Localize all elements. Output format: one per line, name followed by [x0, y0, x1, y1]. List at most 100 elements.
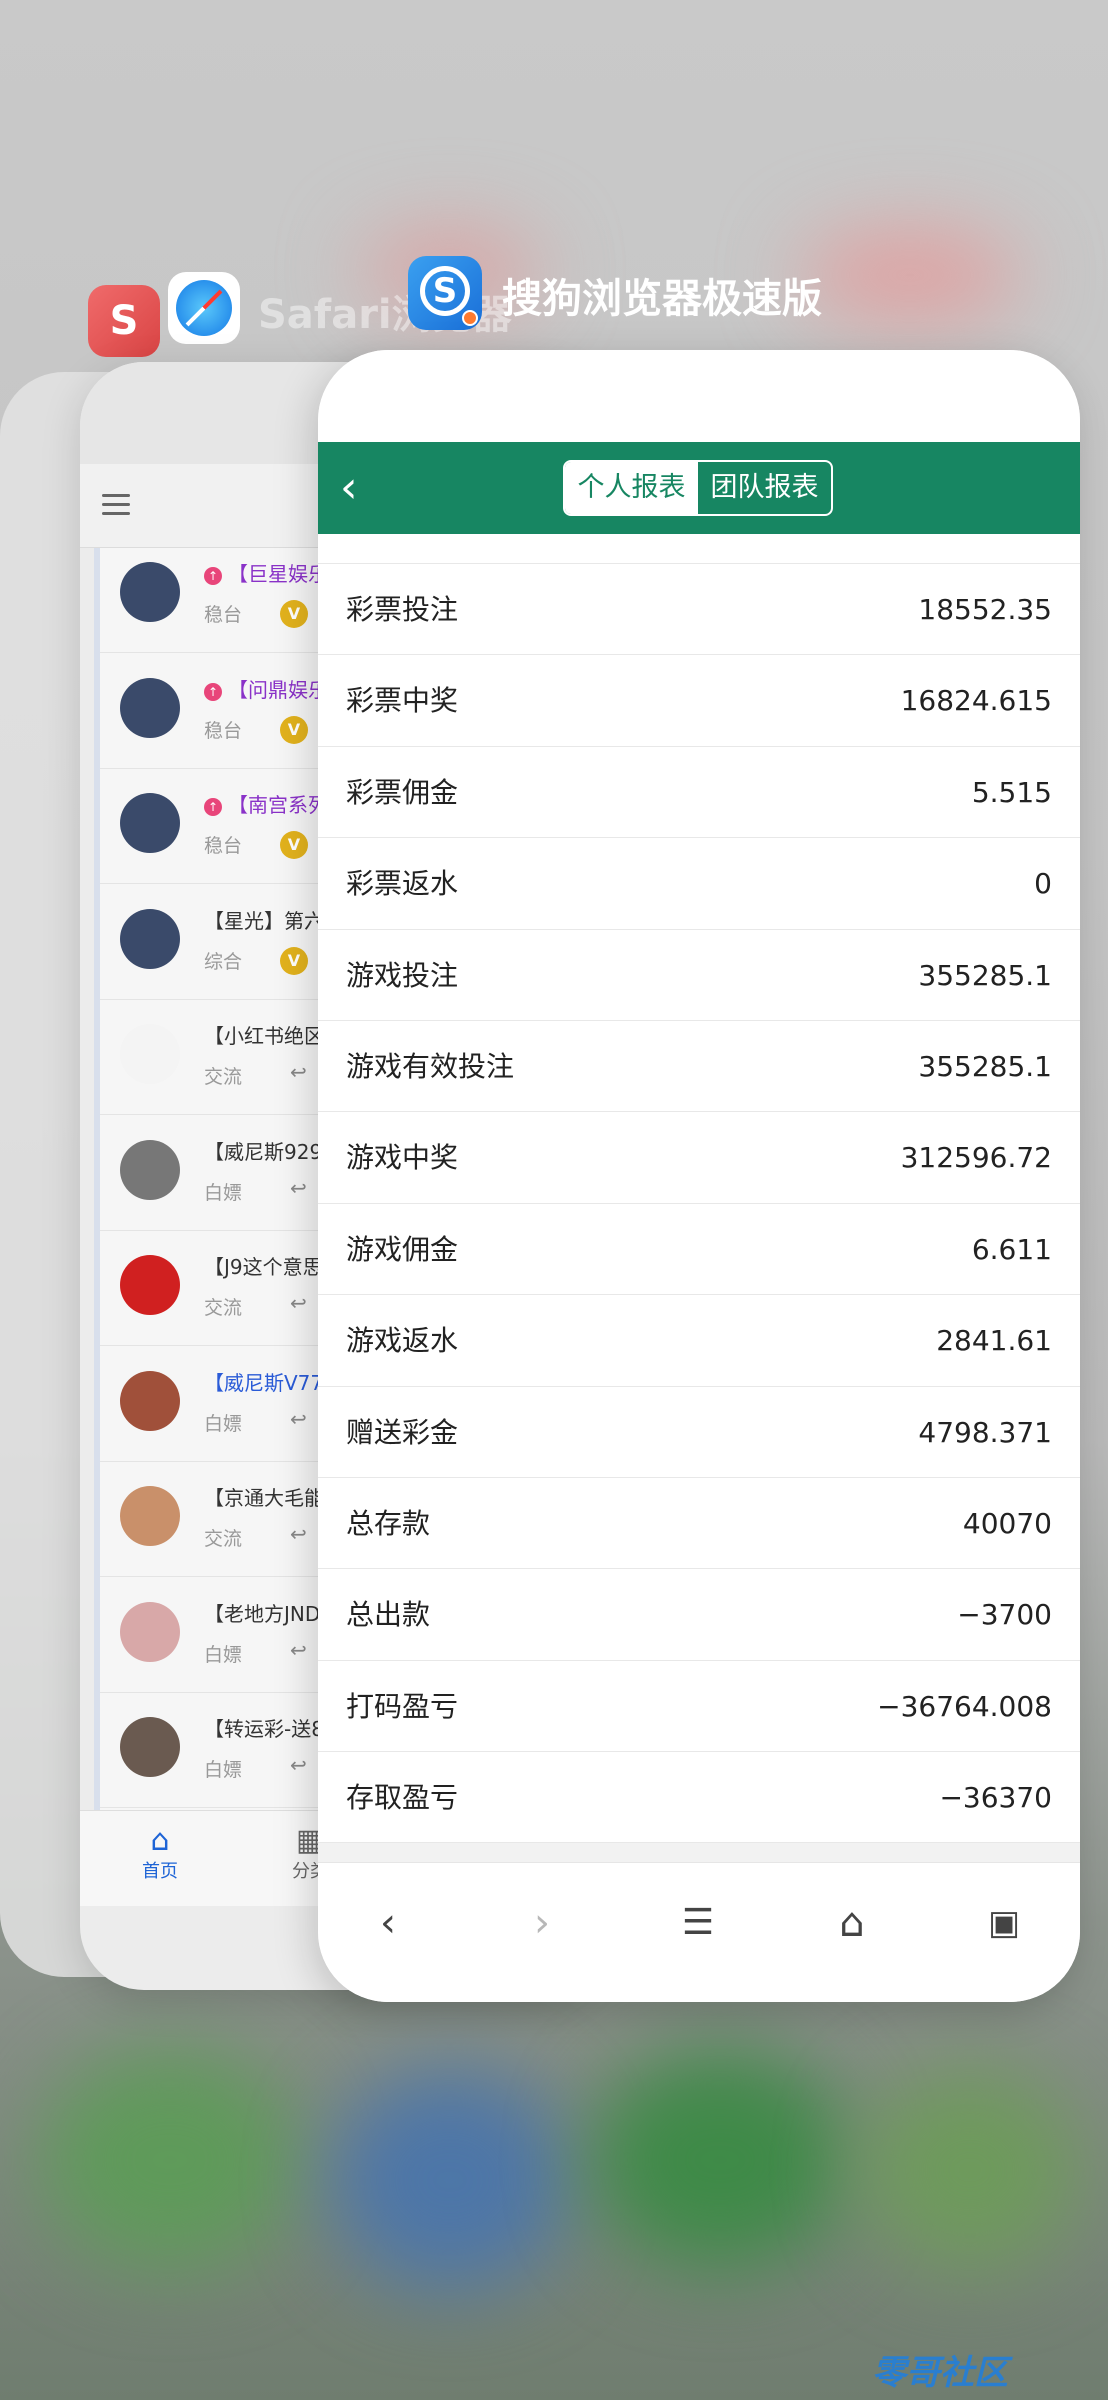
- forum-item-title-text: 【老地方JND: [204, 1601, 321, 1626]
- report-row: 总存款 40070: [318, 1478, 1080, 1570]
- soul-app-icon[interactable]: S: [88, 285, 160, 357]
- safari-app-icon[interactable]: [168, 272, 240, 344]
- forum-item-title: 【星光】第六: [204, 905, 324, 934]
- notification-dot-icon: [462, 310, 478, 326]
- report-row-label: 彩票佣金: [346, 775, 459, 809]
- forum-item-title-text: 【问鼎娱乐: [228, 677, 328, 702]
- forum-item-title-text: 【转运彩-送8: [204, 1717, 324, 1741]
- report-row-label: 游戏中奖: [346, 1141, 459, 1175]
- reply-icon: ↩: [290, 1637, 307, 1662]
- report-row-value: 0: [1034, 867, 1052, 901]
- forum-item-title: ↑ 【南宫系列: [204, 789, 328, 818]
- forum-item-title: ↑ 【问鼎娱乐: [204, 674, 328, 703]
- report-row: 彩票返水 0: [318, 838, 1080, 930]
- report-row-label: 游戏佣金: [346, 1232, 459, 1266]
- browser-forward-icon[interactable]: ›: [512, 1893, 572, 1953]
- hot-arrow-icon: ↑: [204, 567, 222, 585]
- menu-icon[interactable]: [102, 494, 130, 516]
- report-row-label: 游戏返水: [346, 1324, 459, 1358]
- forum-item-tag: 交流: [204, 1297, 243, 1319]
- forum-item-title-text: 【京通大毛能: [204, 1486, 324, 1510]
- forum-item-title-text: 【南宫系列: [228, 793, 328, 817]
- bg-blur: [590, 2050, 850, 2270]
- browser-home-icon[interactable]: ⌂: [822, 1893, 882, 1953]
- forum-item-title: 【转运彩-送8: [204, 1713, 324, 1742]
- tab-team-report[interactable]: 团队报表: [698, 462, 831, 514]
- sogou-app-label: 搜狗浏览器极速版: [502, 276, 822, 322]
- report-row-label: 游戏有效投注: [346, 1049, 515, 1083]
- avatar: [120, 562, 180, 622]
- report-row-label: 游戏投注: [346, 958, 459, 992]
- bg-blur: [330, 2070, 570, 2290]
- report-row-value: −36370: [939, 1781, 1052, 1815]
- verified-badge-icon: V: [280, 600, 308, 628]
- browser-toolbar: ‹ › ☰ ⌂ ▣: [318, 1862, 1080, 2002]
- sogou-app-card[interactable]: ‹ 个人报表 团队报表 彩票投注 18552.35 彩票中奖 16824.615 彩票佣…: [318, 350, 1080, 2002]
- watermark-logo: 零哥社区: [872, 2353, 1008, 2393]
- tab-home[interactable]: ⌂ 首页: [120, 1825, 200, 1883]
- report-row-value: 355285.1: [918, 958, 1052, 992]
- hot-arrow-icon: ↑: [204, 798, 222, 816]
- avatar: [120, 1370, 180, 1431]
- report-row: 存取盈亏 −36370: [318, 1752, 1080, 1844]
- report-row-value: 355285.1: [918, 1049, 1052, 1083]
- forum-item-title-text: 【J9这个意思: [204, 1255, 323, 1279]
- browser-menu-icon[interactable]: ☰: [668, 1893, 728, 1953]
- bg-blur: [800, 230, 1020, 320]
- report-row-label: 总出款: [346, 1598, 431, 1632]
- reply-icon: ↩: [290, 1175, 307, 1200]
- sogou-logo-icon: S: [420, 266, 470, 316]
- avatar: [120, 677, 180, 738]
- report-row-label: 彩票返水: [346, 867, 459, 901]
- report-row-value: 2841.61: [936, 1324, 1052, 1358]
- report-row-label: 彩票中奖: [346, 684, 459, 718]
- tab-home-label: 首页: [142, 1861, 178, 1882]
- reply-icon: ↩: [290, 1753, 307, 1777]
- forum-item-title: 【威尼斯V77: [204, 1367, 323, 1396]
- forum-item-tag: 白嫖: [204, 1759, 243, 1781]
- report-row: 游戏投注 355285.1: [318, 930, 1080, 1021]
- forum-item-title: 【威尼斯929: [204, 1136, 322, 1165]
- forum-item-title: 【京通大毛能: [204, 1482, 324, 1511]
- report-header: ‹ 个人报表 团队报表: [318, 442, 1080, 534]
- report-row-value: 16824.615: [900, 684, 1052, 718]
- reply-icon: ↩: [290, 1406, 307, 1431]
- forum-item-title-text: 【巨星娱乐: [228, 562, 328, 586]
- forum-item-tag: 稳台: [204, 835, 243, 857]
- report-row-value: 4798.371: [918, 1415, 1052, 1449]
- forum-item-tag: 综合: [204, 950, 243, 973]
- avatar: [120, 1024, 180, 1084]
- browser-back-icon[interactable]: ‹: [358, 1893, 418, 1953]
- browser-toolbox-icon[interactable]: ▣: [974, 1893, 1034, 1953]
- avatar: [120, 1717, 180, 1777]
- report-row: 赠送彩金 4798.371: [318, 1387, 1080, 1478]
- verified-badge-icon: V: [280, 715, 308, 744]
- report-row-value: −36764.008: [877, 1689, 1052, 1723]
- tab-personal-report[interactable]: 个人报表: [565, 462, 698, 514]
- forum-item-title-text: 【小红书绝区: [204, 1024, 324, 1048]
- verified-badge-icon: V: [280, 946, 308, 975]
- partial-row: [318, 534, 1080, 564]
- verified-badge-icon: V: [280, 831, 308, 859]
- forum-item-title: 【小红书绝区: [204, 1020, 324, 1049]
- forum-item-tag: 白嫖: [204, 1643, 243, 1666]
- avatar: [120, 793, 180, 853]
- report-row: 彩票中奖 16824.615: [318, 655, 1080, 747]
- status-bar: [318, 350, 1080, 442]
- reply-icon: ↩: [290, 1522, 307, 1546]
- forum-item-tag: 交流: [204, 1066, 243, 1088]
- back-arrow-icon[interactable]: ‹: [340, 464, 384, 512]
- forum-item-tag: 白嫖: [204, 1412, 243, 1435]
- report-row: 打码盈亏 −36764.008: [318, 1661, 1080, 1753]
- sogou-app-icon[interactable]: S: [408, 256, 482, 330]
- report-row: 游戏有效投注 355285.1: [318, 1021, 1080, 1113]
- report-row: 总出款 −3700: [318, 1569, 1080, 1661]
- forum-item-title-text: 【威尼斯V77: [204, 1370, 324, 1395]
- avatar: [120, 1255, 180, 1315]
- forum-item-tag: 交流: [204, 1528, 243, 1550]
- report-row-label: 存取盈亏: [346, 1781, 459, 1815]
- report-row-label: 赠送彩金: [346, 1415, 459, 1449]
- report-row-value: 18552.35: [918, 593, 1052, 626]
- hot-arrow-icon: ↑: [204, 682, 222, 701]
- avatar: [120, 1139, 180, 1200]
